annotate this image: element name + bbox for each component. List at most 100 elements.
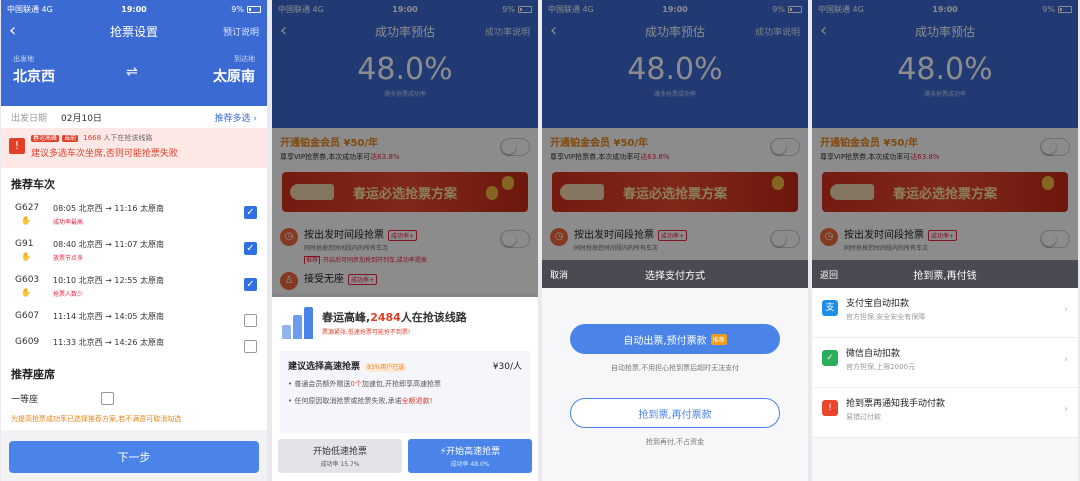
to-station[interactable]: 太原南 bbox=[213, 66, 255, 86]
seat-checkbox[interactable] bbox=[101, 392, 114, 405]
phone-ticket-settings: 中国联通 4G 19:00 9% ‹ 抢票设置 预订说明 出发地 到达地 北京西 ⇌ 太… bbox=[1, 0, 267, 481]
auto-pay-desc: 自动抢票,不用担心抢到票后超时无法支付 bbox=[610, 364, 740, 372]
low-speed-button[interactable]: 开始低速抢票 成功率 15.7% bbox=[278, 439, 402, 473]
payment-desc: 易错过付款 bbox=[846, 413, 881, 421]
chevron-right-icon: › bbox=[1064, 354, 1068, 365]
peak-text-a: 春运高峰, bbox=[322, 310, 371, 324]
seat-row[interactable]: 一等座 bbox=[1, 386, 267, 410]
peak-text-b: 人在抢该线路 bbox=[400, 310, 467, 324]
train-checkbox[interactable]: ✓ bbox=[244, 278, 257, 291]
train-note: 成功率最高 bbox=[53, 219, 84, 226]
train-checkbox[interactable] bbox=[244, 314, 257, 327]
seats-title: 推荐座席 bbox=[1, 356, 267, 386]
train-checkbox[interactable] bbox=[244, 340, 257, 353]
swap-icon[interactable]: ⇌ bbox=[126, 64, 138, 80]
warn-advice: 建议多选车次坐席,否则可能抢票失败 bbox=[31, 149, 178, 159]
chevron-right-icon: › bbox=[1064, 404, 1068, 415]
payment-title: 支付宝自动扣款 bbox=[846, 299, 910, 309]
stations: 出发地 到达地 北京西 ⇌ 太原南 bbox=[1, 44, 267, 106]
phone-payment-method: 中国联通 4G 19:00 9% ‹ 成功率预估 成功率说明 48.0% 满多抢票成功率 … bbox=[542, 0, 808, 481]
payment-icon: ! bbox=[822, 400, 838, 416]
train-checkbox[interactable]: ✓ bbox=[244, 242, 257, 255]
train-row[interactable]: G627 08:05 北京西 → 11:16 太原南 ✋ 成功率最高 ✓ bbox=[1, 196, 267, 232]
train-time: 11:14 北京西 → 14:05 太原南 bbox=[53, 312, 164, 321]
multi-select-link[interactable]: 推荐多选 › bbox=[215, 111, 257, 124]
rec-price: ¥30/人 bbox=[492, 362, 522, 372]
train-row[interactable]: G91 08:40 北京西 → 11:07 太原南 ✋ 放票节点多 ✓ bbox=[1, 232, 267, 268]
rec-li1-c: 加速包,开抢即享高速抢票 bbox=[361, 380, 442, 388]
train-time: 08:05 北京西 → 11:16 太原南 bbox=[53, 204, 164, 213]
date-label: 出发日期 bbox=[11, 113, 48, 124]
train-number: G91 bbox=[15, 239, 34, 249]
status-bar: 中国联通 4G 19:00 9% bbox=[1, 0, 267, 18]
train-row[interactable]: G603 10:10 北京西 → 12:55 太原南 ✋ 抢票人数少 ✓ bbox=[1, 268, 267, 304]
rec-title: 建议选择高速抢票 bbox=[288, 362, 361, 372]
train-time: 08:40 北京西 → 11:07 太原南 bbox=[53, 240, 164, 249]
payment-desc: 官方担保,上限2000元 bbox=[846, 363, 916, 371]
return-button[interactable]: 返回 bbox=[820, 268, 838, 281]
clock: 19:00 bbox=[121, 4, 147, 14]
warning-icon: ! bbox=[9, 138, 25, 154]
chevron-right-icon: › bbox=[1064, 304, 1068, 315]
train-number: G603 bbox=[15, 275, 40, 285]
sheet-header: 取消 选择支付方式 bbox=[542, 260, 808, 288]
low-speed-label: 开始低速抢票 bbox=[312, 447, 367, 457]
overlay-dim[interactable] bbox=[812, 0, 1078, 260]
screenshot-collage: 中国联通 4G 19:00 9% ‹ 抢票设置 预订说明 出发地 到达地 北京西 ⇌ 太… bbox=[0, 0, 1080, 481]
from-station[interactable]: 北京西 bbox=[13, 66, 55, 86]
payment-title: 抢到票再通知我手动付款 bbox=[846, 399, 946, 409]
phone-success-rate: 中国联通 4G 19:00 9% ‹ 成功率预估 成功率说明 48.0% 满多抢票成功率 … bbox=[272, 0, 538, 481]
train-row[interactable]: G609 11:33 北京西 → 14:26 太原南 bbox=[1, 330, 267, 356]
thumb-icon: ✋ bbox=[21, 288, 31, 297]
overlay-dim[interactable] bbox=[272, 0, 538, 297]
train-note: 放票节点多 bbox=[53, 255, 84, 262]
booking-info-link[interactable]: 预订说明 bbox=[223, 25, 259, 38]
rec-li2-c: ! bbox=[429, 397, 433, 405]
peak-count: 2484 bbox=[370, 310, 401, 324]
auto-pay-label: 自动出票,预付票款 bbox=[623, 335, 707, 347]
chart-icon bbox=[280, 305, 316, 339]
train-row[interactable]: G607 11:14 北京西 → 14:05 太原南 bbox=[1, 304, 267, 330]
warning-banner: ! 春运高峰 当前 1668 人下在抢该线路 建议多选车次坐席,否则可能抢票失败 bbox=[1, 128, 267, 168]
rec-tag: 83%用户已选 bbox=[364, 363, 408, 372]
pay-later-sheet: 返回 抢到票,再付钱 支支付宝自动扣款 官方担保,安全安全有保障 › ✓ 微信自动扣款 官方… bbox=[812, 260, 1078, 481]
to-label: 到达地 bbox=[234, 55, 255, 63]
train-number: G627 bbox=[15, 203, 40, 213]
payment-option[interactable]: 支支付宝自动扣款 官方担保,安全安全有保障 › bbox=[812, 288, 1078, 338]
sheet-title: 选择支付方式 bbox=[645, 270, 705, 282]
payment-icon: ✓ bbox=[822, 350, 838, 366]
recommend-box: 建议选择高速抢票 83%用户已选 ¥30/人 • 普通会员额外赠送0个加速包,开抢即… bbox=[280, 351, 530, 433]
speed-sheet: 春运高峰,2484人在抢该线路 票源紧张,低速抢票可能抢不到票! 建议选择高速抢票… bbox=[272, 297, 538, 481]
train-checkbox[interactable]: ✓ bbox=[244, 206, 257, 219]
back-icon[interactable]: ‹ bbox=[9, 22, 16, 40]
warn-text-a: 当前 bbox=[62, 135, 79, 142]
payment-option[interactable]: ! 抢到票再通知我手动付款 易错过付款 › bbox=[812, 388, 1078, 438]
cancel-button[interactable]: 取消 bbox=[550, 268, 568, 281]
recommend-badge: 推荐 bbox=[710, 333, 727, 345]
high-speed-rate: 成功率 48.0% bbox=[450, 461, 490, 468]
next-button[interactable]: 下一步 bbox=[9, 441, 259, 473]
peak-header: 春运高峰,2484人在抢该线路 票源紧张,低速抢票可能抢不到票! bbox=[272, 297, 538, 347]
warn-count: 1668 bbox=[83, 134, 102, 142]
auto-pay-button[interactable]: 自动出票,预付票款 推荐 bbox=[570, 324, 780, 354]
high-speed-label: ⚡开始高速抢票 bbox=[439, 447, 501, 457]
pay-later-button[interactable]: 抢到票,再付票款 bbox=[570, 398, 780, 428]
train-time: 10:10 北京西 → 12:55 太原南 bbox=[53, 276, 164, 285]
phone-pay-later: 中国联通 4G 19:00 9% ‹ 成功率预估 48.0% 满多抢票成功率 开通铂金会… bbox=[812, 0, 1078, 481]
train-note: 抢票人数少 bbox=[53, 291, 84, 298]
payment-sheet: 取消 选择支付方式 自动出票,预付票款 推荐 自动抢票,不用担心抢到票后超时无法支付… bbox=[542, 260, 808, 481]
train-number: G607 bbox=[15, 311, 40, 321]
train-time: 11:33 北京西 → 14:26 太原南 bbox=[53, 338, 164, 347]
date-row[interactable]: 出发日期 02月10日 推荐多选 › bbox=[1, 106, 267, 128]
payment-option[interactable]: ✓ 微信自动扣款 官方担保,上限2000元 › bbox=[812, 338, 1078, 388]
recommend-note: 为提高抢票成功率已选择推荐方案,若不满意可取消勾选 bbox=[1, 410, 267, 430]
nav-bar: ‹ 抢票设置 预订说明 bbox=[1, 18, 267, 44]
high-speed-button[interactable]: ⚡开始高速抢票 成功率 48.0% bbox=[408, 439, 532, 473]
from-label: 出发地 bbox=[13, 55, 34, 63]
sheet-title: 抢到票,再付钱 bbox=[913, 270, 977, 282]
thumb-icon: ✋ bbox=[21, 252, 31, 261]
peak-tag: 春运高峰 bbox=[31, 135, 60, 142]
overlay-dim[interactable] bbox=[542, 0, 808, 260]
payment-icon: 支 bbox=[822, 300, 838, 316]
warn-text-b: 人下在抢该线路 bbox=[103, 134, 153, 142]
